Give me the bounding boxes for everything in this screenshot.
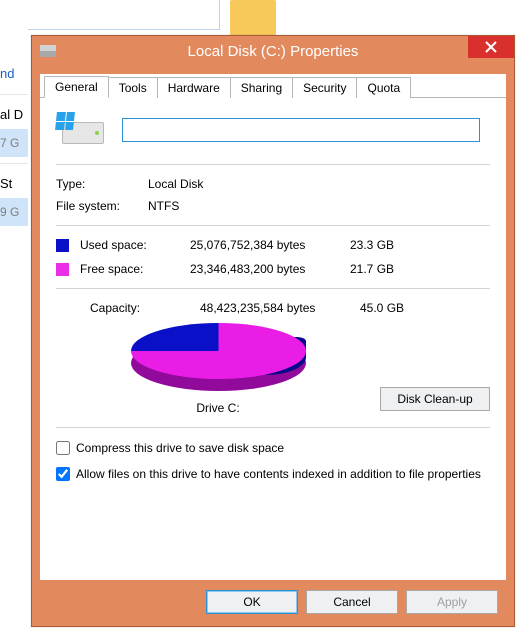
windows-logo-icon [55,112,75,130]
filesystem-label: File system: [56,199,148,213]
sidebar-fragment: al D [0,101,28,129]
tab-strip: General Tools Hardware Sharing Security … [40,74,506,98]
cancel-button[interactable]: Cancel [306,590,398,614]
tab-security[interactable]: Security [292,77,357,98]
close-button[interactable] [468,36,514,58]
volume-label-input[interactable] [122,118,480,142]
separator [56,225,490,226]
separator [56,164,490,165]
explorer-sidebar: nd al D 7 G St 9 G [0,0,28,631]
drive-system-icon [40,45,56,57]
tab-hardware[interactable]: Hardware [157,77,231,98]
type-label: Type: [56,177,148,191]
disk-cleanup-button[interactable]: Disk Clean-up [380,387,490,411]
separator [56,427,490,428]
capacity-bytes: 48,423,235,584 bytes [200,301,350,315]
compress-checkbox[interactable] [56,441,70,455]
compress-label[interactable]: Compress this drive to save disk space [76,440,284,456]
folder-icon [230,0,276,36]
dialog-button-bar: OK Cancel Apply [40,586,506,618]
free-space-swatch [56,263,69,276]
capacity-label: Capacity: [90,301,190,315]
tab-tools[interactable]: Tools [108,77,158,98]
sidebar-fragment: 7 G [0,129,28,157]
window-title: Local Disk (C:) Properties [32,43,514,60]
used-space-label: Used space: [80,238,180,252]
tab-general[interactable]: General [44,76,109,98]
tab-sharing[interactable]: Sharing [230,77,293,98]
titlebar[interactable]: Local Disk (C:) Properties [32,36,514,66]
free-space-label: Free space: [80,262,180,276]
apply-button[interactable]: Apply [406,590,498,614]
dialog-client-area: General Tools Hardware Sharing Security … [40,74,506,580]
index-checkbox[interactable] [56,467,70,481]
index-label[interactable]: Allow files on this drive to have conten… [76,466,481,482]
used-space-bytes: 25,076,752,384 bytes [190,238,340,252]
disk-usage-pie-chart [131,323,306,393]
sidebar-fragment: nd [0,60,28,88]
background-thumbnail: sic [0,0,220,30]
free-space-gb: 21.7 GB [350,262,420,276]
pie-drive-label: Drive C: [196,401,239,415]
sidebar-fragment: 9 G [0,198,28,226]
tab-quota[interactable]: Quota [356,77,411,98]
used-space-swatch [56,239,69,252]
used-space-gb: 23.3 GB [350,238,420,252]
ok-button[interactable]: OK [206,590,298,614]
separator [56,288,490,289]
free-space-bytes: 23,346,483,200 bytes [190,262,340,276]
filesystem-value: NTFS [148,199,490,213]
tab-page-general: Type: Local Disk File system: NTFS Used … [40,98,506,502]
close-icon [485,41,497,53]
capacity-gb: 45.0 GB [360,301,430,315]
properties-dialog: Local Disk (C:) Properties General Tools… [31,35,515,627]
drive-icon [56,112,104,152]
sidebar-fragment: St [0,170,28,198]
type-value: Local Disk [148,177,490,191]
